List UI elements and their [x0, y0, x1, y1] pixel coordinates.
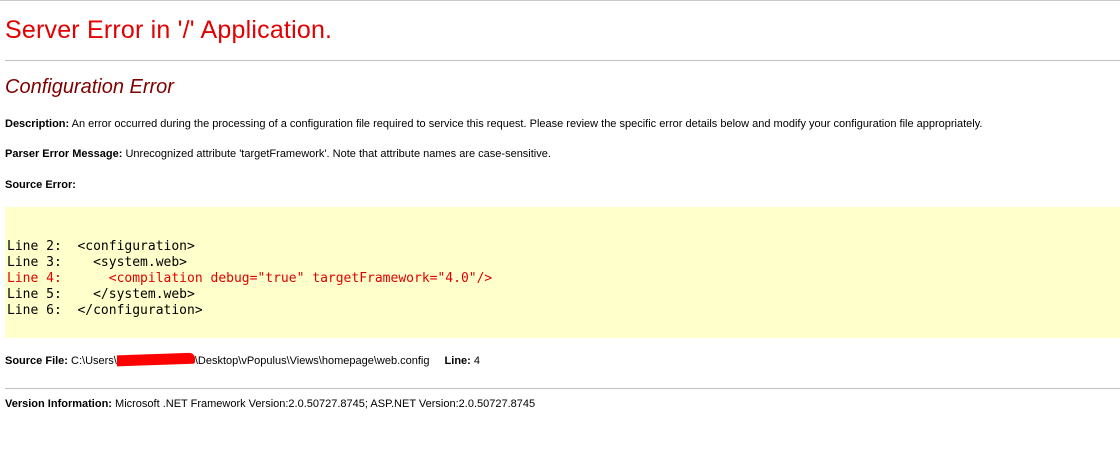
redaction-mark — [116, 352, 195, 367]
description-text: An error occurred during the processing … — [71, 118, 983, 130]
source-code-line-error: Line 4: <compilation debug="true" target… — [7, 271, 493, 286]
title-divider — [5, 60, 1120, 61]
error-subtitle: Configuration Error — [5, 76, 174, 98]
line-number: 4 — [473, 355, 481, 367]
parser-error-line: Parser Error Message: Unrecognized attri… — [5, 147, 551, 161]
page-title: Server Error in '/' Application. — [5, 16, 333, 44]
parser-error-text: Unrecognized attribute 'targetFramework'… — [125, 148, 551, 160]
version-label: Version Information: — [5, 398, 112, 410]
source-file-label: Source File: — [5, 355, 68, 367]
source-code-block: Line 2: <configuration> Line 3: <system.… — [5, 207, 1120, 338]
source-file-line: Source File: C:\Users\ \Desktop\vPopulus\… — [5, 352, 481, 368]
source-code-line: Line 5: </system.web> — [7, 287, 195, 302]
source-file-path-start: C:\Users\ — [71, 355, 117, 367]
source-code-line: Line 6: </configuration> — [7, 303, 203, 318]
description-label: Description: — [5, 118, 70, 130]
source-error-line: Source Error: — [5, 178, 76, 192]
source-file-path-end: \Desktop\vPopulus\Views\homepage\web.con… — [194, 355, 430, 367]
line-label: Line: — [444, 355, 471, 367]
source-error-label: Source Error: — [5, 179, 76, 191]
source-code-line: Line 2: <configuration> — [7, 239, 195, 254]
description-line: Description: An error occurred during th… — [5, 117, 982, 131]
top-divider — [0, 0, 1120, 1]
source-code-line: Line 3: <system.web> — [7, 255, 188, 270]
parser-error-label: Parser Error Message: — [5, 148, 123, 160]
version-line: Version Information: Microsoft .NET Fram… — [5, 397, 535, 411]
version-text: Microsoft .NET Framework Version:2.0.507… — [115, 398, 536, 410]
version-divider — [5, 388, 1120, 389]
